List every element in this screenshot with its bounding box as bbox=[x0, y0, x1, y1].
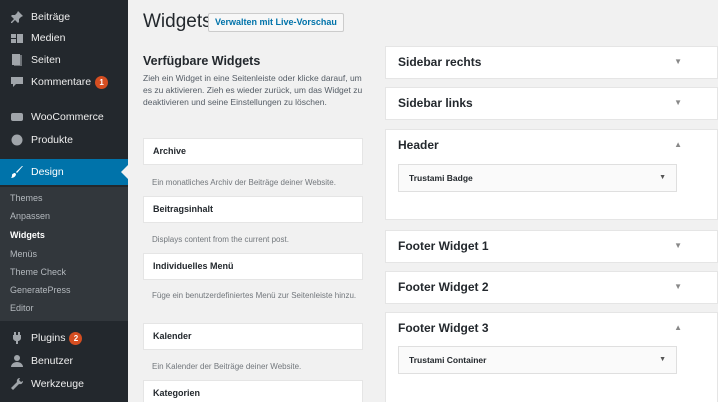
area-title: Footer Widget 2 bbox=[398, 280, 489, 294]
widget-kategorien[interactable]: Kategorien bbox=[143, 380, 363, 402]
menu-label: Beiträge bbox=[31, 11, 71, 23]
area-header-header[interactable]: Header ▲ bbox=[386, 130, 717, 160]
area-title: Sidebar links bbox=[398, 96, 473, 110]
widget-description: Displays content from the current post. bbox=[152, 235, 289, 244]
chevron-down-icon[interactable]: ▼ bbox=[674, 88, 682, 118]
area-title: Footer Widget 3 bbox=[398, 321, 489, 335]
widget-description: Ein monatliches Archiv der Beiträge dein… bbox=[152, 178, 336, 187]
placed-widget-trustami-container[interactable]: Trustami Container ▼ bbox=[398, 346, 677, 374]
area-header-footer-widget-2[interactable]: Footer Widget 2 ▼ bbox=[386, 272, 717, 302]
area-title: Header bbox=[398, 138, 439, 152]
area-header-sidebar-links[interactable]: Sidebar links ▼ bbox=[386, 88, 717, 118]
menu-item-beitraege[interactable]: Beiträge bbox=[0, 6, 128, 28]
chevron-down-icon[interactable]: ▼ bbox=[659, 165, 666, 191]
menu-label: WooCommerce bbox=[31, 111, 104, 123]
wrench-icon bbox=[10, 377, 24, 391]
menu-item-seiten[interactable]: Seiten bbox=[0, 49, 128, 71]
area-footer-widget-1: Footer Widget 1 ▼ bbox=[385, 230, 718, 263]
page-title: Widgets bbox=[143, 11, 212, 32]
woo-icon bbox=[10, 110, 24, 124]
widget-description: Ein Kalender der Beiträge deiner Website… bbox=[152, 362, 302, 371]
area-header-sidebar-rechts[interactable]: Sidebar rechts ▼ bbox=[386, 47, 717, 77]
menu-item-benutzer[interactable]: Benutzer bbox=[0, 350, 128, 372]
area-title: Footer Widget 1 bbox=[398, 239, 489, 253]
menu-item-werkzeuge[interactable]: Werkzeuge bbox=[0, 373, 128, 395]
area-sidebar-rechts: Sidebar rechts ▼ bbox=[385, 46, 718, 79]
user-icon bbox=[10, 354, 24, 368]
area-header-footer-widget-1[interactable]: Footer Widget 1 ▼ bbox=[386, 231, 717, 261]
menu-item-woocommerce[interactable]: WooCommerce bbox=[0, 106, 128, 128]
widget-beitragsinhalt[interactable]: Beitragsinhalt bbox=[143, 196, 363, 223]
placed-widget-title: Trustami Container bbox=[409, 355, 487, 365]
submenu-anpassen[interactable]: Anpassen bbox=[10, 211, 50, 221]
menu-item-medien[interactable]: Medien bbox=[0, 27, 128, 49]
submenu-theme-check[interactable]: Theme Check bbox=[10, 267, 66, 277]
submenu-widgets[interactable]: Widgets bbox=[10, 230, 45, 240]
menu-item-kommentare[interactable]: Kommentare 1 bbox=[0, 71, 128, 93]
page-icon bbox=[10, 53, 24, 67]
menu-separator bbox=[0, 95, 128, 101]
brush-icon bbox=[10, 165, 24, 179]
placed-widget-trustami-badge[interactable]: Trustami Badge ▼ bbox=[398, 164, 677, 192]
submenu-editor[interactable]: Editor bbox=[10, 303, 34, 313]
placed-widget-title: Trustami Badge bbox=[409, 173, 473, 183]
available-widgets-title: Verfügbare Widgets bbox=[143, 54, 261, 68]
menu-label: Kommentare bbox=[31, 76, 92, 88]
menu-label: Seiten bbox=[31, 54, 61, 66]
menu-item-produkte[interactable]: Produkte bbox=[0, 129, 128, 151]
area-header-footer-widget-3[interactable]: Footer Widget 3 ▲ bbox=[386, 313, 717, 343]
submenu-themes[interactable]: Themes bbox=[10, 193, 43, 203]
chevron-down-icon[interactable]: ▼ bbox=[674, 231, 682, 261]
media-icon bbox=[10, 31, 24, 45]
menu-label: Plugins bbox=[31, 332, 66, 344]
pin-icon bbox=[10, 10, 24, 24]
area-header: Header ▲ Trustami Badge ▼ bbox=[385, 129, 718, 220]
widget-kalender[interactable]: Kalender bbox=[143, 323, 363, 350]
menu-label: Medien bbox=[31, 32, 66, 44]
submenu-generatepress[interactable]: GeneratePress bbox=[10, 285, 71, 295]
comment-count-badge: 1 bbox=[95, 75, 109, 89]
admin-sidebar: Beiträge Medien Seiten Kommentare 1 WooC… bbox=[0, 0, 128, 402]
widget-archive[interactable]: Archive bbox=[143, 138, 363, 165]
live-preview-button[interactable]: Verwalten mit Live-Vorschau bbox=[208, 13, 344, 32]
area-footer-widget-3: Footer Widget 3 ▲ Trustami Container ▼ bbox=[385, 312, 718, 402]
menu-label: Werkzeuge bbox=[31, 378, 84, 390]
chevron-down-icon[interactable]: ▼ bbox=[674, 47, 682, 77]
menu-label: Design bbox=[31, 166, 64, 178]
menu-item-plugins[interactable]: Plugins 2 bbox=[0, 327, 128, 349]
area-title: Sidebar rechts bbox=[398, 55, 482, 69]
comment-icon bbox=[10, 75, 24, 89]
chevron-up-icon[interactable]: ▲ bbox=[674, 313, 682, 343]
plugin-icon bbox=[10, 331, 24, 345]
product-icon bbox=[10, 133, 24, 147]
design-submenu: Themes Anpassen Widgets Menüs Theme Chec… bbox=[0, 187, 128, 321]
area-sidebar-links: Sidebar links ▼ bbox=[385, 87, 718, 120]
chevron-down-icon[interactable]: ▼ bbox=[659, 347, 666, 373]
menu-label: Produkte bbox=[31, 134, 74, 146]
submenu-menues[interactable]: Menüs bbox=[10, 249, 37, 259]
area-footer-widget-2: Footer Widget 2 ▼ bbox=[385, 271, 718, 304]
widget-individuelles-menue[interactable]: Individuelles Menü bbox=[143, 253, 363, 280]
menu-label: Benutzer bbox=[31, 355, 74, 367]
widget-description: Füge ein benutzerdefiniertes Menü zur Se… bbox=[152, 291, 357, 300]
menu-item-design[interactable]: Design bbox=[0, 159, 128, 185]
chevron-down-icon[interactable]: ▼ bbox=[674, 272, 682, 302]
plugin-update-badge: 2 bbox=[69, 331, 83, 345]
chevron-up-icon[interactable]: ▲ bbox=[674, 130, 682, 160]
available-widgets-description: Zieh ein Widget in eine Seitenleiste ode… bbox=[143, 73, 363, 107]
